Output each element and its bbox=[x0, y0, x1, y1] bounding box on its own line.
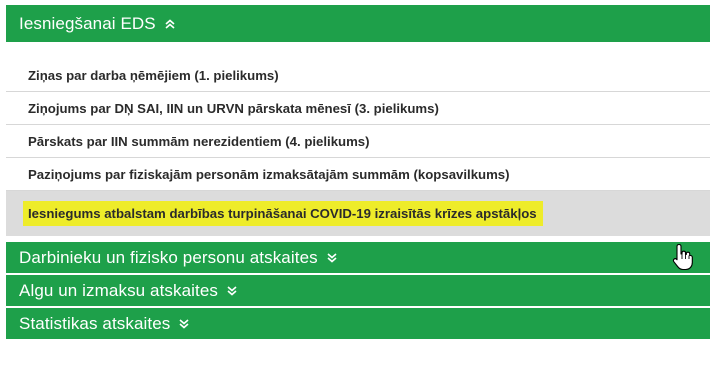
list-item[interactable]: Ziņojums par DŅ SAI, IIN un URVN pārskat… bbox=[6, 92, 710, 125]
section-header-algu-atskaites[interactable]: Algu un izmaksu atskaites bbox=[6, 275, 710, 308]
hand-pointer-cursor-icon bbox=[672, 243, 694, 271]
list-item-label: Pārskats par IIN summām nerezidentiem (4… bbox=[28, 133, 370, 149]
section-header-iesniegsanai-eds[interactable]: Iesniegšanai EDS bbox=[6, 5, 710, 44]
double-chevron-down-icon bbox=[327, 252, 337, 263]
list-item-hovered[interactable]: Iesniegums atbalstam darbības turpināšan… bbox=[6, 191, 710, 236]
section-title: Iesniegšanai EDS bbox=[19, 13, 156, 33]
list-item[interactable]: Pārskats par IIN summām nerezidentiem (4… bbox=[6, 125, 710, 158]
list-item[interactable]: Paziņojums par fiziskajām personām izmak… bbox=[6, 158, 710, 191]
list-item[interactable]: Ziņas par darba ņēmējiem (1. pielikums) bbox=[6, 59, 710, 92]
double-chevron-down-icon bbox=[227, 285, 237, 296]
reports-accordion: Iesniegšanai EDS Ziņas par darba ņēmējie… bbox=[6, 5, 710, 341]
section-list-iesniegsanai-eds: Ziņas par darba ņēmējiem (1. pielikums) … bbox=[6, 44, 710, 242]
double-chevron-up-icon bbox=[165, 18, 175, 29]
list-item-label-highlighted: Iesniegums atbalstam darbības turpināšan… bbox=[23, 201, 543, 226]
list-item-label: Ziņojums par DŅ SAI, IIN un URVN pārskat… bbox=[28, 100, 439, 116]
section-title: Algu un izmaksu atskaites bbox=[19, 280, 219, 300]
list-item-label: Paziņojums par fiziskajām personām izmak… bbox=[28, 166, 510, 182]
section-title: Darbinieku un fizisko personu atskaites bbox=[19, 247, 318, 267]
section-header-statistikas-atskaites[interactable]: Statistikas atskaites bbox=[6, 308, 710, 341]
section-header-darbinieku-atskaites[interactable]: Darbinieku un fizisko personu atskaites bbox=[6, 242, 710, 275]
double-chevron-down-icon bbox=[179, 318, 189, 329]
section-title: Statistikas atskaites bbox=[19, 313, 171, 333]
list-item-label: Ziņas par darba ņēmējiem (1. pielikums) bbox=[28, 67, 279, 83]
